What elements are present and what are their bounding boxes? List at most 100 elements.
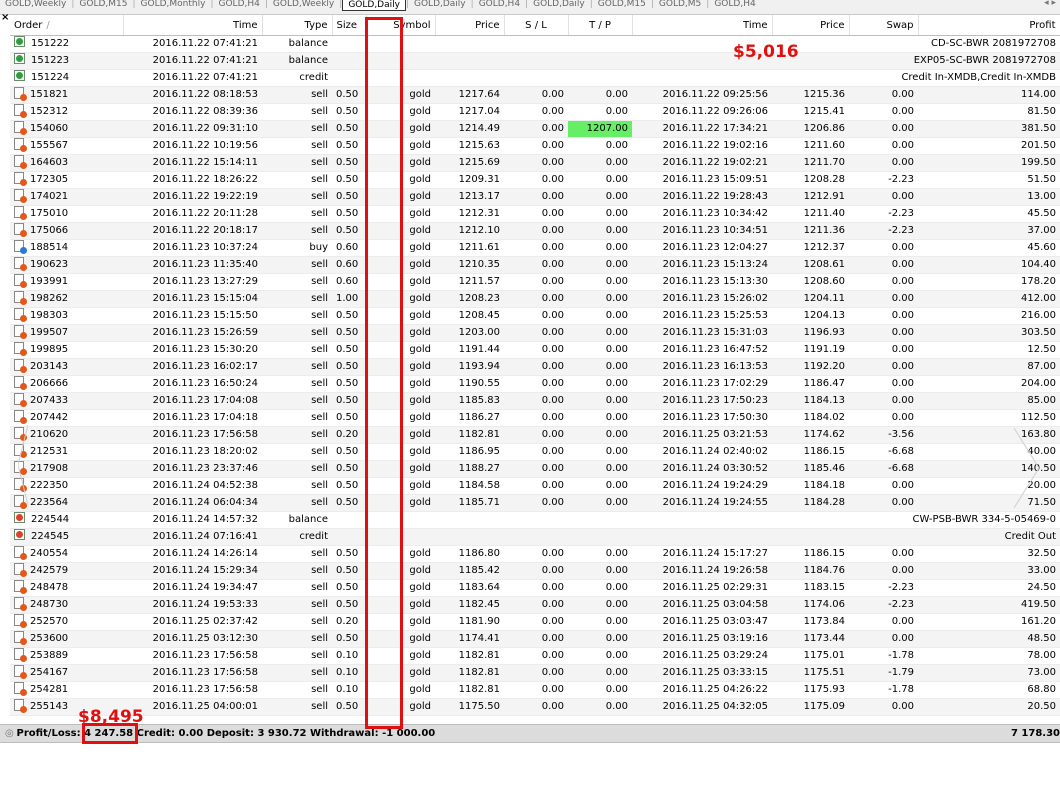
cell-close-price: 1175.51 — [772, 664, 849, 682]
table-row[interactable]: 199895 2016.11.23 15:30:20 sell 0.50 gold 119… — [10, 341, 1060, 359]
table-row[interactable]: 198303 2016.11.23 15:15:50 sell 0.50 gold 120… — [10, 307, 1060, 325]
table-row[interactable]: 242579 2016.11.24 15:29:34 sell 0.50 gold 118… — [10, 562, 1060, 580]
close-icon[interactable]: × — [1, 13, 9, 23]
cell-close-price: 1211.36 — [772, 222, 849, 240]
table-row[interactable]: 222350 2016.11.24 04:52:38 sell 0.50 gold 118… — [10, 477, 1060, 495]
table-row[interactable]: 254281 2016.11.23 17:56:58 sell 0.10 gold 118… — [10, 681, 1060, 699]
chart-tab[interactable]: GOLD,Weekly — [268, 0, 339, 12]
table-row[interactable]: 254167 2016.11.23 17:56:58 sell 0.10 gold 118… — [10, 664, 1060, 682]
cell-size: 0.50 — [332, 307, 366, 325]
column-header-profit[interactable]: Profit — [918, 15, 1060, 36]
cell-price: 1215.69 — [435, 154, 504, 172]
table-row[interactable]: 224545 2016.11.24 07:16:41 credit Credit Ou… — [10, 528, 1060, 546]
column-header-tp[interactable]: T / P — [568, 15, 633, 36]
chart-tab[interactable]: GOLD,H4 — [214, 0, 265, 12]
cell-price: 1182.45 — [435, 596, 504, 614]
tab-scroll-arrows-icon[interactable]: ◂ ▸ — [1044, 0, 1056, 8]
account-history-table: Order / Time Type Size Symbol Price S / L… — [10, 15, 1060, 716]
table-row[interactable]: 253889 2016.11.23 17:56:58 sell 0.10 gold 118… — [10, 647, 1060, 665]
chart-tab[interactable]: GOLD,Daily — [409, 0, 471, 12]
chart-tab[interactable]: GOLD,Daily — [528, 0, 590, 12]
table-row[interactable]: 203143 2016.11.23 16:02:17 sell 0.50 gold 119… — [10, 358, 1060, 376]
table-row[interactable]: 151222 2016.11.22 07:41:21 balance CD-SC-BW… — [10, 35, 1060, 53]
table-row[interactable]: 152312 2016.11.22 08:39:36 sell 0.50 gold 121… — [10, 103, 1060, 121]
table-row[interactable]: 224544 2016.11.24 14:57:32 balance CW-PSB-B… — [10, 511, 1060, 529]
chart-tab[interactable]: GOLD,M5 — [654, 0, 706, 12]
cell-close-price: 1212.37 — [772, 239, 849, 257]
table-row[interactable]: 252570 2016.11.25 02:37:42 sell 0.20 gold 118… — [10, 613, 1060, 631]
cell-tp: 0.00 — [568, 477, 632, 495]
cell-close-time: 2016.11.23 15:13:30 — [632, 273, 772, 291]
table-row[interactable]: 206666 2016.11.23 16:50:24 sell 0.50 gold 119… — [10, 375, 1060, 393]
column-header-order[interactable]: Order / — [10, 15, 124, 36]
column-header-close-time[interactable]: Time — [632, 15, 773, 36]
cell-open-time: 2016.11.22 08:39:36 — [123, 103, 262, 121]
table-row[interactable]: 210620 2016.11.23 17:56:58 sell 0.20 gold 118… — [10, 426, 1060, 444]
table-row[interactable]: 199507 2016.11.23 15:26:59 sell 0.50 gold 120… — [10, 324, 1060, 342]
cell-sl: 0.00 — [504, 239, 568, 257]
cell-tp: 0.00 — [568, 698, 632, 716]
cell-order: 152312 — [10, 103, 123, 121]
table-row[interactable]: 151223 2016.11.22 07:41:21 balance EXP05-SC… — [10, 52, 1060, 70]
table-row[interactable]: 207433 2016.11.23 17:04:08 sell 0.50 gold 118… — [10, 392, 1060, 410]
cell-order: 164603 — [10, 154, 123, 172]
table-row[interactable]: 175066 2016.11.22 20:18:17 sell 0.50 gold 121… — [10, 222, 1060, 240]
table-row[interactable]: 223564 2016.11.24 06:04:34 sell 0.50 gold 118… — [10, 494, 1060, 512]
column-header-size[interactable]: Size — [332, 15, 367, 36]
column-header-swap[interactable]: Swap — [849, 15, 919, 36]
cell-tp: 0.00 — [568, 171, 632, 189]
table-row[interactable]: 164603 2016.11.22 15:14:11 sell 0.50 gold 121… — [10, 154, 1060, 172]
column-header-type[interactable]: Type — [262, 15, 333, 36]
table-row[interactable]: 212531 2016.11.23 18:20:02 sell 0.50 gold 118… — [10, 443, 1060, 461]
column-header-price[interactable]: Price — [435, 15, 505, 36]
table-row[interactable]: 172305 2016.11.22 18:26:22 sell 0.50 gold 120… — [10, 171, 1060, 189]
table-row[interactable]: 255143 2016.11.25 04:00:01 sell 0.50 gold 117… — [10, 698, 1060, 716]
table-row[interactable]: 240554 2016.11.24 14:26:14 sell 0.50 gold 118… — [10, 545, 1060, 563]
chart-tab[interactable]: GOLD,M15 — [593, 0, 651, 12]
table-row[interactable]: 198262 2016.11.23 15:15:04 sell 1.00 gold 120… — [10, 290, 1060, 308]
table-row[interactable]: 174021 2016.11.22 19:22:19 sell 0.50 gold 121… — [10, 188, 1060, 206]
profit-loss-label: Profit/Loss — [16, 728, 77, 739]
cell-close-time: 2016.11.23 15:31:03 — [632, 324, 772, 342]
cell-open-time: 2016.11.25 03:12:30 — [123, 630, 262, 648]
cell-sl: 0.00 — [504, 222, 568, 240]
chart-tab[interactable]: GOLD,Daily — [342, 0, 406, 11]
cell-comment: Credit In-XMDB,Credit In-XMDB — [849, 69, 1060, 87]
table-row[interactable]: 248478 2016.11.24 19:34:47 sell 0.50 gold 118… — [10, 579, 1060, 597]
cell-profit: 161.20 — [918, 613, 1060, 631]
table-row[interactable]: 154060 2016.11.22 09:31:10 sell 0.50 gold 121… — [10, 120, 1060, 138]
table-row[interactable]: 207442 2016.11.23 17:04:18 sell 0.50 gold 118… — [10, 409, 1060, 427]
cell-price: 1209.31 — [435, 171, 504, 189]
cell-swap: 0.00 — [849, 613, 918, 631]
cell-price: 1211.61 — [435, 239, 504, 257]
table-row[interactable]: 151224 2016.11.22 07:41:21 credit Credit In… — [10, 69, 1060, 87]
column-header-close-price[interactable]: Price — [772, 15, 850, 36]
chart-tab[interactable]: GOLD,Monthly — [136, 0, 211, 12]
sell-order-icon — [14, 665, 27, 679]
chart-tab[interactable]: GOLD,H4 — [709, 0, 760, 12]
table-row[interactable]: 193991 2016.11.23 13:27:29 sell 0.60 gold 121… — [10, 273, 1060, 291]
order-number: 151223 — [31, 55, 70, 66]
cell-size: 0.50 — [332, 205, 366, 223]
table-row[interactable]: 190623 2016.11.23 11:35:40 sell 0.60 gold 121… — [10, 256, 1060, 274]
cell-profit: 78.00 — [918, 647, 1060, 665]
cell-order: 207433 — [10, 392, 123, 410]
table-header-row: Order / Time Type Size Symbol Price S / L… — [10, 15, 1060, 36]
cell-order: 175010 — [10, 205, 123, 223]
table-row[interactable]: 188514 2016.11.23 10:37:24 buy 0.60 gold 1211… — [10, 239, 1060, 257]
table-row[interactable]: 253600 2016.11.25 03:12:30 sell 0.50 gold 117… — [10, 630, 1060, 648]
cell-order: 242579 — [10, 562, 123, 580]
table-row[interactable]: 155567 2016.11.22 10:19:56 sell 0.50 gold 121… — [10, 137, 1060, 155]
cell-close-time: 2016.11.25 03:19:16 — [632, 630, 772, 648]
column-header-time[interactable]: Time — [123, 15, 263, 36]
cell-close-time: 2016.11.23 10:34:51 — [632, 222, 772, 240]
table-row[interactable]: 248730 2016.11.24 19:53:33 sell 0.50 gold 118… — [10, 596, 1060, 614]
table-row[interactable]: 175010 2016.11.22 20:11:28 sell 0.50 gold 121… — [10, 205, 1060, 223]
chart-tab[interactable]: GOLD,M15 — [74, 0, 132, 12]
table-row[interactable]: 217908 2016.11.23 23:37:46 sell 0.50 gold 118… — [10, 460, 1060, 478]
table-row[interactable]: 151821 2016.11.22 08:18:53 sell 0.50 gold 121… — [10, 86, 1060, 104]
cell-open-time: 2016.11.23 18:20:02 — [123, 443, 262, 461]
column-header-sl[interactable]: S / L — [504, 15, 569, 36]
chart-tab[interactable]: GOLD,Weekly — [0, 0, 71, 12]
chart-tab[interactable]: GOLD,H4 — [474, 0, 525, 12]
